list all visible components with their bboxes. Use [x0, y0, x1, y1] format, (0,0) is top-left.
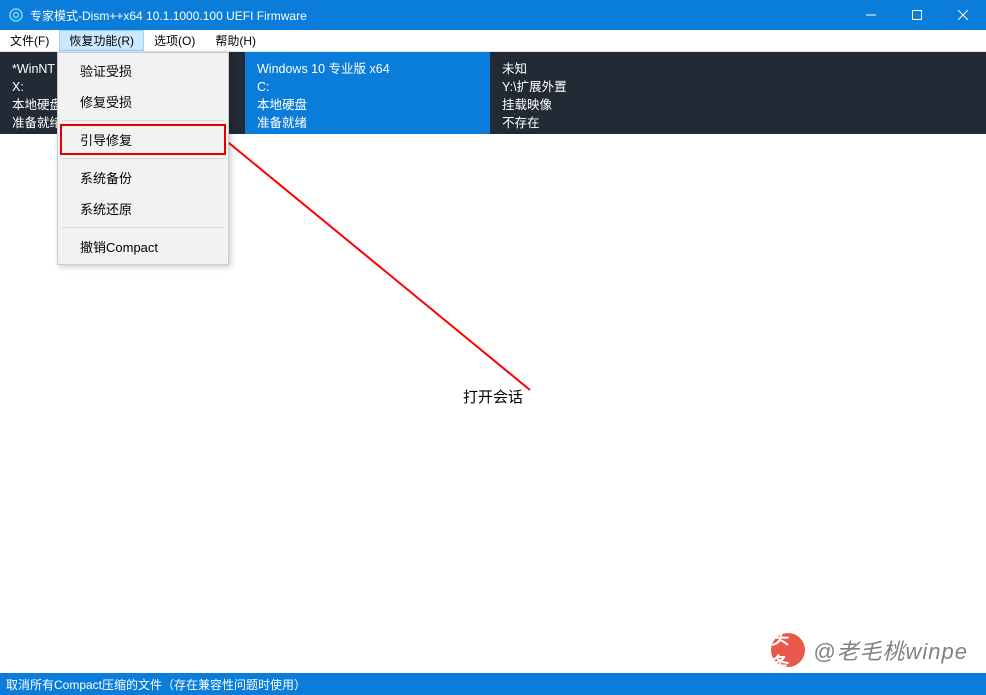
- panel-line: 挂载映像: [502, 96, 974, 114]
- menu-bar: 文件(F) 恢复功能(R) 选项(O) 帮助(H): [0, 30, 986, 52]
- close-button[interactable]: [940, 0, 986, 30]
- status-text: 取消所有Compact压缩的文件（存在兼容性问题时使用）: [6, 676, 306, 693]
- os-panel-2[interactable]: Windows 10 专业版 x64 C: 本地硬盘 准备就绪: [245, 52, 490, 134]
- app-icon: [8, 7, 24, 23]
- watermark: 头条 @老毛桃winpe: [771, 633, 968, 667]
- dd-system-backup[interactable]: 系统备份: [60, 162, 226, 193]
- dropdown-separator: [62, 227, 224, 228]
- panel-line: 不存在: [502, 114, 974, 132]
- recovery-dropdown: 验证受损 修复受损 引导修复 系统备份 系统还原 撤销Compact: [57, 52, 229, 265]
- menu-recovery[interactable]: 恢复功能(R): [59, 30, 144, 51]
- panel-line: 准备就绪: [257, 114, 478, 132]
- dd-repair-corruption[interactable]: 修复受损: [60, 86, 226, 117]
- minimize-button[interactable]: [848, 0, 894, 30]
- panel-line: C:: [257, 78, 478, 96]
- menu-options[interactable]: 选项(O): [144, 30, 205, 51]
- dd-boot-repair[interactable]: 引导修复: [60, 124, 226, 155]
- watermark-icon: 头条: [771, 633, 805, 667]
- window-controls: [848, 0, 986, 30]
- dropdown-separator: [62, 158, 224, 159]
- watermark-text: @老毛桃winpe: [813, 634, 968, 666]
- window-title: 专家模式-Dism++x64 10.1.1000.100 UEFI Firmwa…: [30, 7, 848, 24]
- panel-line: Windows 10 专业版 x64: [257, 60, 478, 78]
- panel-line: 未知: [502, 60, 974, 78]
- maximize-button[interactable]: [894, 0, 940, 30]
- status-bar: 取消所有Compact压缩的文件（存在兼容性问题时使用）: [0, 673, 986, 695]
- open-session-label[interactable]: 打开会话: [463, 386, 523, 407]
- menu-file[interactable]: 文件(F): [0, 30, 59, 51]
- panel-line: 本地硬盘: [257, 96, 478, 114]
- panel-line: Y:\扩展外置: [502, 78, 974, 96]
- os-panel-3[interactable]: 未知 Y:\扩展外置 挂载映像 不存在: [490, 52, 986, 134]
- title-bar: 专家模式-Dism++x64 10.1.1000.100 UEFI Firmwa…: [0, 0, 986, 30]
- dropdown-separator: [62, 120, 224, 121]
- dd-undo-compact[interactable]: 撤销Compact: [60, 231, 226, 262]
- menu-help[interactable]: 帮助(H): [205, 30, 266, 51]
- dd-verify-corruption[interactable]: 验证受损: [60, 55, 226, 86]
- dd-system-restore[interactable]: 系统还原: [60, 193, 226, 224]
